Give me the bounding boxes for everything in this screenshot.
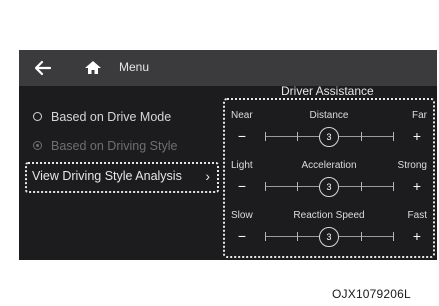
slider-tick (361, 232, 362, 241)
increase-button[interactable]: + (409, 178, 425, 194)
slider-max-label: Far (412, 110, 427, 121)
home-icon (85, 61, 101, 74)
slider-knob[interactable]: 3 (319, 227, 339, 247)
slider-track[interactable]: 3 (265, 227, 394, 247)
menu-label[interactable]: Menu (119, 60, 149, 74)
button-label: View Driving Style Analysis (32, 169, 182, 183)
panel-title: Driver Assistance (281, 84, 374, 98)
option-label: Based on Driving Style (51, 139, 178, 153)
radio-unchecked-icon (33, 112, 42, 121)
slider-track[interactable]: 3 (265, 177, 394, 197)
figure-code: OJX1079206L (332, 287, 411, 301)
slider-name: Distance (309, 110, 349, 121)
decrease-button[interactable]: − (234, 128, 250, 144)
option-driving-style[interactable]: Based on Driving Style (31, 137, 227, 155)
slider-tick (297, 232, 298, 241)
slider-tick (265, 132, 266, 141)
slider-tick (393, 132, 394, 141)
increase-button[interactable]: + (409, 228, 425, 244)
slider-tick (361, 182, 362, 191)
home-button[interactable] (79, 56, 107, 80)
slider-tick (297, 182, 298, 191)
slider-tick (393, 182, 394, 191)
slider-name: Reaction Speed (293, 210, 365, 221)
back-arrow-icon (34, 60, 52, 76)
slider-tick (265, 232, 266, 241)
decrease-button[interactable]: − (234, 178, 250, 194)
increase-button[interactable]: + (409, 128, 425, 144)
distance-slider-row: Near Distance Far − 3 + (225, 104, 433, 152)
slider-tick (393, 232, 394, 241)
option-drive-mode[interactable]: Based on Drive Mode (31, 108, 227, 126)
infotainment-screen: Menu Driver Assistance Based on Drive Mo… (19, 50, 437, 260)
slider-max-label: Strong (397, 160, 427, 171)
radio-checked-icon (33, 141, 42, 150)
decrease-button[interactable]: − (234, 228, 250, 244)
top-bar: Menu (19, 50, 437, 86)
slider-tick (361, 132, 362, 141)
reaction-speed-slider-row: Slow Reaction Speed Fast − 3 + (225, 204, 433, 252)
slider-max-label: Fast (407, 210, 427, 221)
acceleration-slider-row: Light Acceleration Strong − 3 + (225, 154, 433, 202)
slider-tick (265, 182, 266, 191)
driver-assistance-panel: Near Distance Far − 3 + Light Accelerati… (223, 98, 435, 258)
chevron-right-icon: › (205, 168, 210, 184)
back-button[interactable] (29, 56, 57, 80)
option-label: Based on Drive Mode (51, 110, 172, 124)
slider-tick (297, 132, 298, 141)
view-driving-style-analysis-button[interactable]: View Driving Style Analysis › (25, 162, 219, 193)
slider-knob[interactable]: 3 (319, 177, 339, 197)
slider-track[interactable]: 3 (265, 127, 394, 147)
slider-knob[interactable]: 3 (319, 127, 339, 147)
